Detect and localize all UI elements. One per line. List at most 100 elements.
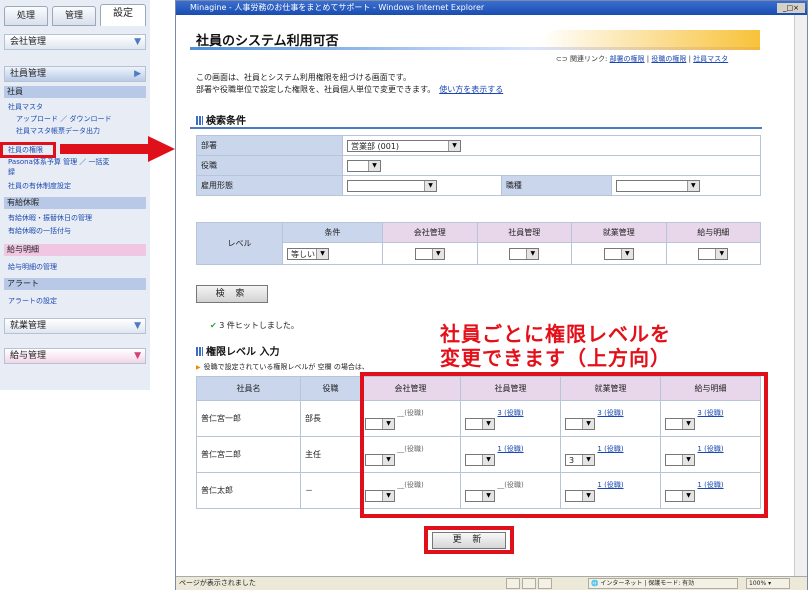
employee-post: 主任 — [300, 436, 361, 473]
post-cell — [342, 155, 761, 176]
cond-label: 条件 — [282, 222, 383, 243]
level-conditions-table: レベル 条件 会社管理 社員管理 就業管理 給与明細 等しい — [196, 222, 761, 265]
link-upload-download[interactable]: アップロード ／ ダウンロード — [16, 114, 111, 124]
top-tabs: 処理 管理 設定 — [4, 4, 146, 26]
level-cell — [476, 242, 572, 265]
link-alert-setting[interactable]: アラートの設定 — [8, 296, 57, 306]
link-paid-leave-setting[interactable]: 社員の有休制度設定 — [8, 181, 71, 191]
post-label: 役職 — [196, 155, 343, 176]
level-select-company[interactable] — [414, 247, 445, 260]
window-titlebar: Minagine - 人事労務のお仕事をまとめてサポート - Windows I… — [176, 1, 807, 15]
level-select-payslip[interactable] — [698, 247, 729, 260]
chevron-right-icon: ▶ — [134, 69, 141, 79]
cond-select[interactable]: 等しい — [287, 247, 329, 260]
vertical-scrollbar[interactable] — [794, 15, 807, 576]
description-line1: この画面は、社員とシステム利用権限を紐づける画面です。 — [196, 73, 411, 82]
update-button[interactable]: 更 新 — [432, 532, 506, 549]
window-title: Minagine - 人事労務のお仕事をまとめてサポート - Windows I… — [190, 3, 485, 12]
status-cell — [538, 578, 552, 589]
chevron-down-icon: ▼ — [134, 37, 141, 47]
status-cell — [506, 578, 520, 589]
job-select[interactable] — [615, 179, 700, 192]
employee-mgmt-label: 社員管理 — [10, 69, 47, 79]
level-section-heading: 権限レベル 入力 — [196, 343, 279, 358]
note-text: 役職で設定されている権限レベルが 空欄 の場合は、 — [196, 362, 369, 372]
zoom-control[interactable]: 100% ▾ — [746, 578, 790, 589]
col-employee-name: 社員名 — [196, 376, 301, 401]
salary-mgmt-label: 給与管理 — [10, 351, 47, 361]
chevron-down-icon: ▼ — [134, 321, 141, 331]
title-decoration — [540, 30, 760, 48]
group-header-payslip: 給与明細 — [4, 244, 146, 256]
job-cell — [610, 175, 762, 196]
link-icon: ⊂⊃ — [556, 55, 568, 63]
zoom-text: 100% — [749, 580, 767, 587]
level-select-work[interactable] — [603, 247, 634, 260]
employee-name: 普仁宮一郎 — [196, 400, 301, 437]
job-label: 職種 — [500, 175, 612, 196]
level-select-employee[interactable] — [509, 247, 540, 260]
tab-manage[interactable]: 管理 — [52, 6, 96, 26]
employee-post: 部長 — [300, 400, 361, 437]
howto-link[interactable]: 使い方を表示する — [439, 85, 503, 94]
link-payslip-mgmt[interactable]: 給与明細の管理 — [8, 262, 57, 272]
title-underline — [190, 47, 760, 50]
chevron-down-icon: ▼ — [134, 351, 141, 361]
hit-text: 3 件ヒットしました。 — [219, 321, 299, 330]
annotation-line2: 変更できます（上方向） — [440, 346, 671, 370]
group-header-paid-leave: 有給休暇 — [4, 197, 146, 209]
link-leave-grant[interactable]: 有給休暇の一括付与 — [8, 226, 71, 236]
employee-name: 普仁宮二郎 — [196, 436, 301, 473]
level-cell — [382, 242, 478, 265]
description-line2: 部署や役職単位で設定した権限を、社員個人単位で変更できます。 使い方を表示する — [196, 84, 503, 95]
section-divider — [190, 127, 762, 129]
post-select[interactable] — [347, 159, 381, 172]
status-cell — [522, 578, 536, 589]
checkmark-icon: ✔ — [210, 321, 217, 330]
link-budget-mgmt-cont[interactable]: 録 — [8, 167, 15, 177]
related-links: ⊂⊃ 関連リンク: 部署の権限 | 役職の権限 | 社員マスタ — [556, 55, 729, 63]
status-text: ページが表示されました — [179, 579, 256, 587]
group-header-alert: アラート — [4, 278, 146, 290]
search-button[interactable]: 検 索 — [196, 285, 268, 303]
hit-count: ✔ 3 件ヒットしました。 — [210, 320, 299, 331]
salary-mgmt-menu[interactable]: 給与管理 ▼ — [4, 348, 146, 364]
level-cell — [571, 242, 667, 265]
employee-post: － — [300, 472, 361, 509]
dept-label: 部署 — [196, 135, 343, 156]
col-post: 役職 — [300, 376, 361, 401]
employee-mgmt-menu[interactable]: 社員管理 ▶ — [4, 66, 146, 82]
link-employee-master[interactable]: 社員マスタ — [8, 102, 43, 112]
employee-name: 普仁太郎 — [196, 472, 301, 509]
level-cell — [665, 242, 761, 265]
employment-cell — [342, 175, 502, 196]
dept-select[interactable]: 営業部 (001) — [347, 139, 461, 152]
related-link-post[interactable]: 役職の権限 — [651, 55, 686, 63]
highlight-box-levels — [360, 372, 768, 518]
work-mgmt-menu[interactable]: 就業管理 ▼ — [4, 318, 146, 334]
col-work: 就業管理 — [571, 222, 667, 243]
search-conditions-table: 部署 営業部 (001) 役職 雇用形態 職種 — [196, 135, 762, 196]
group-header-employee: 社員 — [4, 86, 146, 98]
description-text: 部署や役職単位で設定した権限を、社員個人単位で変更できます。 — [196, 85, 432, 94]
tab-process[interactable]: 処理 — [4, 6, 48, 26]
company-mgmt-menu[interactable]: 会社管理 ▼ — [4, 34, 146, 50]
col-payslip: 給与明細 — [665, 222, 761, 243]
window-controls[interactable]: _□× — [777, 3, 805, 13]
left-navigation-panel: 処理 管理 設定 会社管理 ▼ 社員管理 ▶ 社員 社員マスタ アップロード ／ ダ… — [0, 0, 150, 390]
col-employee: 社員管理 — [476, 222, 572, 243]
related-link-dept[interactable]: 部署の権限 — [610, 55, 645, 63]
zone-text: インターネット | 保護モード: 有効 — [600, 580, 695, 587]
related-label: 関連リンク: — [569, 55, 608, 63]
link-master-report[interactable]: 社員マスタ帳票データ出力 — [16, 126, 100, 136]
red-arrow-icon — [60, 136, 175, 162]
link-leave-mgmt[interactable]: 有給休暇・振替休日の管理 — [8, 213, 92, 223]
dept-cell: 営業部 (001) — [342, 135, 761, 156]
search-section-heading: 検索条件 — [196, 112, 246, 127]
employment-select[interactable] — [347, 179, 437, 192]
status-bar: ページが表示されました 🌐 インターネット | 保護モード: 有効 100% ▾ — [176, 576, 807, 590]
tab-settings[interactable]: 設定 — [100, 4, 146, 26]
cond-cell: 等しい — [282, 242, 383, 265]
related-link-master[interactable]: 社員マスタ — [693, 55, 728, 63]
zone-indicator: 🌐 インターネット | 保護モード: 有効 — [588, 578, 738, 589]
